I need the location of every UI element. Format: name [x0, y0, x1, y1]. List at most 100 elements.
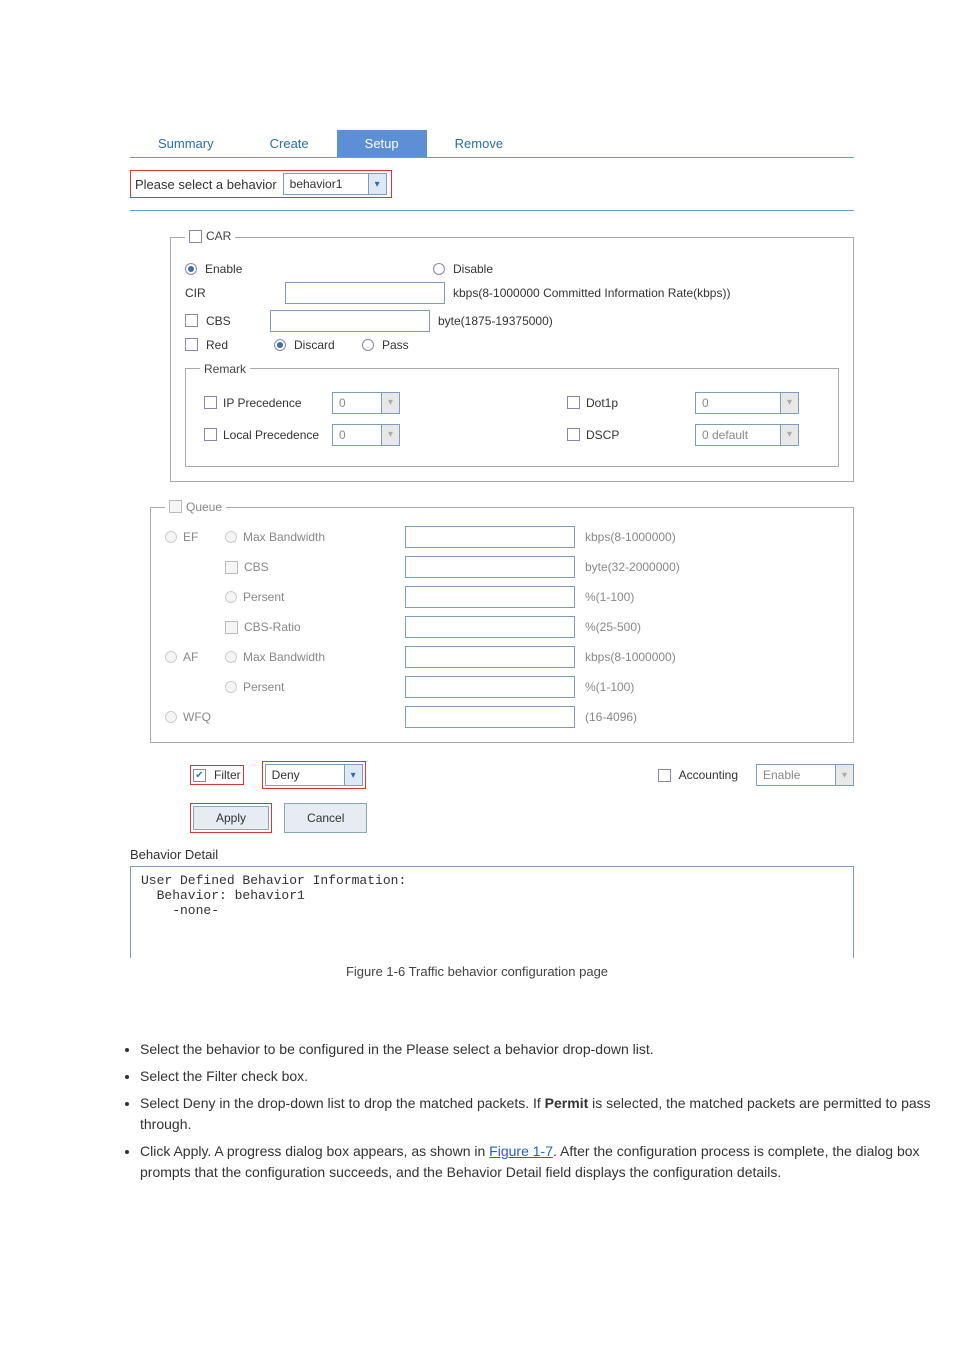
instruction-item: Select Deny in the drop-down list to dro…	[140, 1093, 954, 1135]
ef-maxbw-label: Max Bandwidth	[243, 530, 325, 544]
af-persent-input[interactable]	[405, 676, 575, 698]
tab-summary[interactable]: Summary	[130, 130, 242, 157]
figure-link[interactable]: Figure 1-7	[489, 1143, 553, 1159]
af-persent-unit: %(1-100)	[585, 680, 839, 694]
behavior-select-value: behavior1	[283, 173, 369, 195]
behavior-select-label: Please select a behavior	[135, 177, 277, 192]
cir-unit: kbps(8-1000000 Committed Information Rat…	[453, 286, 730, 300]
af-maxbw-radio[interactable]	[225, 651, 237, 663]
red-pass-radio[interactable]	[362, 339, 374, 351]
behavior-select-highlight: Please select a behavior behavior1 ▾	[130, 170, 392, 198]
chevron-down-icon[interactable]: ▾	[382, 424, 400, 446]
cbs-label: CBS	[206, 314, 262, 328]
af-maxbw-unit: kbps(8-1000000)	[585, 650, 839, 664]
af-label: AF	[183, 650, 198, 664]
cancel-button[interactable]: Cancel	[284, 803, 367, 833]
instruction-item: Select the Filter check box.	[140, 1066, 954, 1087]
ef-persent-input[interactable]	[405, 586, 575, 608]
figure-caption: Figure 1-6 Traffic behavior configuratio…	[0, 964, 954, 979]
dot1p-select[interactable]: 0 ▾	[695, 392, 799, 414]
car-disable-label: Disable	[453, 262, 493, 276]
ef-radio[interactable]	[165, 531, 177, 543]
dscp-label: DSCP	[586, 428, 619, 442]
ef-maxbw-input[interactable]	[405, 526, 575, 548]
car-enable-radio[interactable]	[185, 263, 197, 275]
ef-cbsratio-checkbox[interactable]	[225, 621, 238, 634]
local-precedence-checkbox[interactable]	[204, 428, 217, 441]
car-disable-radio[interactable]	[433, 263, 445, 275]
instruction-item: Click Apply. A progress dialog box appea…	[140, 1141, 954, 1183]
wfq-input[interactable]	[405, 706, 575, 728]
af-persent-label: Persent	[243, 680, 284, 694]
af-persent-radio[interactable]	[225, 681, 237, 693]
chevron-down-icon[interactable]: ▾	[836, 764, 854, 786]
wfq-label: WFQ	[183, 710, 211, 724]
ef-persent-unit: %(1-100)	[585, 590, 839, 604]
red-checkbox[interactable]	[185, 338, 198, 351]
ef-cbs-label: CBS	[244, 560, 269, 574]
chevron-down-icon[interactable]: ▾	[345, 764, 363, 786]
instruction-item: Select the behavior to be configured in …	[140, 1039, 954, 1060]
local-precedence-select[interactable]: 0 ▾	[332, 424, 400, 446]
ef-maxbw-radio[interactable]	[225, 531, 237, 543]
cir-input[interactable]	[285, 282, 445, 304]
ef-cbs-checkbox[interactable]	[225, 561, 238, 574]
tab-bar: Summary Create Setup Remove	[130, 130, 854, 158]
red-pass-label: Pass	[382, 338, 409, 352]
car-group: CAR Enable Disable CIR kbps(8-1000000 Co…	[170, 229, 854, 482]
red-discard-radio[interactable]	[274, 339, 286, 351]
dscp-checkbox[interactable]	[567, 428, 580, 441]
ef-label: EF	[183, 530, 198, 544]
ef-cbsratio-unit: %(25-500)	[585, 620, 839, 634]
tab-create[interactable]: Create	[242, 130, 337, 157]
queue-group: Queue EF Max Bandwidth kbps(8-1000000) C…	[150, 500, 854, 744]
tab-remove[interactable]: Remove	[427, 130, 531, 157]
ef-cbsratio-label: CBS-Ratio	[244, 620, 301, 634]
car-enable-checkbox[interactable]	[189, 230, 202, 243]
accounting-label: Accounting	[679, 768, 738, 782]
car-legend: CAR	[206, 229, 231, 243]
behavior-select[interactable]: behavior1 ▾	[283, 173, 387, 195]
behavior-detail-box: User Defined Behavior Information: Behav…	[130, 866, 854, 958]
red-label: Red	[206, 338, 266, 352]
ef-cbsratio-input[interactable]	[405, 616, 575, 638]
chevron-down-icon[interactable]: ▾	[781, 424, 799, 446]
dot1p-checkbox[interactable]	[567, 396, 580, 409]
tab-setup[interactable]: Setup	[337, 130, 427, 157]
car-enable-label: Enable	[205, 262, 425, 276]
apply-button[interactable]: Apply	[193, 806, 269, 830]
af-maxbw-input[interactable]	[405, 646, 575, 668]
filter-select[interactable]: Deny ▾	[265, 764, 363, 786]
ip-precedence-select[interactable]: 0 ▾	[332, 392, 400, 414]
filter-label: Filter	[214, 768, 241, 782]
cbs-checkbox[interactable]	[185, 314, 198, 327]
accounting-select[interactable]: Enable ▾	[756, 764, 854, 786]
ef-persent-label: Persent	[243, 590, 284, 604]
behavior-detail-title: Behavior Detail	[130, 847, 954, 862]
red-discard-label: Discard	[294, 338, 354, 352]
dscp-select[interactable]: 0 default ▾	[695, 424, 799, 446]
af-radio[interactable]	[165, 651, 177, 663]
local-precedence-label: Local Precedence	[223, 428, 319, 442]
queue-checkbox[interactable]	[169, 500, 182, 513]
instructions: Select the behavior to be configured in …	[100, 1039, 954, 1183]
wfq-radio[interactable]	[165, 711, 177, 723]
dot1p-label: Dot1p	[586, 396, 618, 410]
chevron-down-icon[interactable]: ▾	[369, 173, 387, 195]
chevron-down-icon[interactable]: ▾	[781, 392, 799, 414]
queue-legend: Queue	[186, 500, 222, 514]
af-maxbw-label: Max Bandwidth	[243, 650, 325, 664]
ef-persent-radio[interactable]	[225, 591, 237, 603]
remark-group: Remark IP Precedence 0 ▾ Dot1p 0 ▾	[185, 362, 839, 467]
ef-cbs-input[interactable]	[405, 556, 575, 578]
cbs-input[interactable]	[270, 310, 430, 332]
filter-checkbox[interactable]	[193, 769, 206, 782]
chevron-down-icon[interactable]: ▾	[382, 392, 400, 414]
ip-precedence-checkbox[interactable]	[204, 396, 217, 409]
ef-cbs-unit: byte(32-2000000)	[585, 560, 839, 574]
ip-precedence-label: IP Precedence	[223, 396, 302, 410]
cbs-unit: byte(1875-19375000)	[438, 314, 553, 328]
cir-label: CIR	[185, 286, 241, 300]
wfq-unit: (16-4096)	[585, 710, 839, 724]
accounting-checkbox[interactable]	[658, 769, 671, 782]
